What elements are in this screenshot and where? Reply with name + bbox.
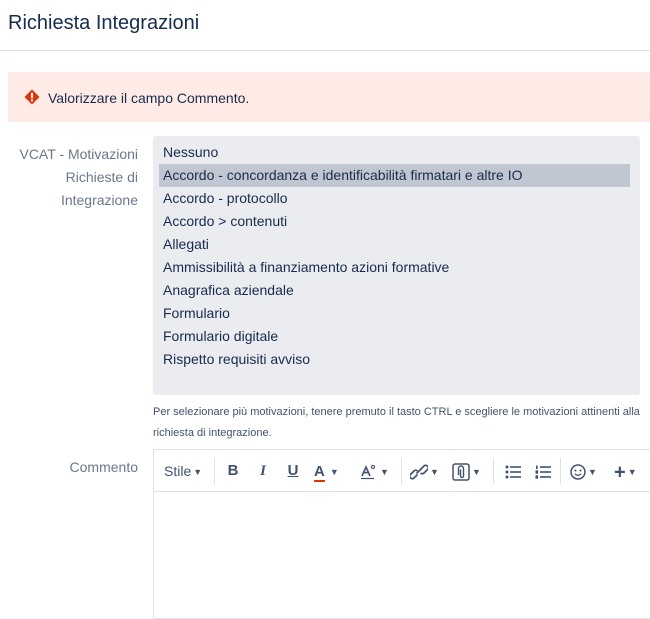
bold-button[interactable]: B (224, 460, 242, 482)
chevron-down-icon: ▼ (329, 467, 339, 478)
emoji-icon (570, 464, 586, 481)
chevron-down-icon: ▼ (588, 467, 597, 478)
motivation-option[interactable]: Ammissibilità a finanziamento azioni for… (159, 256, 630, 279)
motivation-option[interactable]: Allegati (159, 233, 630, 256)
toolbar-separator (401, 458, 402, 484)
page-title: Richiesta Integrazioni (8, 12, 200, 34)
comment-editor[interactable]: Stile ▼ B I U A ▼ ▼ ▼ ▼ ▼ + ▼ (153, 449, 650, 619)
toolbar-separator (493, 458, 494, 484)
header-divider (0, 50, 650, 51)
chevron-down-icon: ▼ (380, 467, 389, 478)
error-message: Valorizzare il campo Commento. (48, 90, 250, 106)
text-color-button[interactable]: A ▼ (314, 460, 348, 482)
attachment-icon (452, 463, 470, 482)
underline-button[interactable]: U (284, 460, 302, 482)
motivation-option[interactable]: Accordo > contenuti (159, 210, 630, 233)
italic-button[interactable]: I (254, 460, 272, 482)
error-icon (24, 89, 40, 105)
text-color-label: A (314, 463, 325, 482)
chevron-down-icon: ▼ (430, 467, 439, 478)
error-banner: Valorizzare il campo Commento. (8, 72, 650, 122)
bullet-list-icon (505, 465, 521, 479)
insert-more-button[interactable]: + ▼ (614, 460, 648, 484)
link-icon (408, 464, 430, 480)
more-formatting-button[interactable]: ▼ (360, 460, 394, 482)
chevron-down-icon: ▼ (472, 467, 481, 478)
numbered-list-icon (535, 465, 551, 479)
motivation-option[interactable]: Accordo - concordanza e identificabilità… (159, 164, 630, 187)
motivation-option[interactable]: Nessuno (159, 141, 630, 164)
comment-label: Commento (69, 459, 138, 475)
numbered-list-button[interactable] (534, 460, 552, 482)
toolbar-separator (560, 458, 561, 484)
motivation-option[interactable]: Rispetto requisiti avviso (159, 348, 630, 371)
style-dropdown[interactable]: Stile ▼ (164, 460, 206, 482)
link-button[interactable]: ▼ (408, 460, 442, 482)
chevron-down-icon: ▼ (193, 467, 203, 478)
bullet-list-button[interactable] (504, 460, 522, 482)
motivation-option[interactable]: Formulario (159, 302, 630, 325)
style-label: Stile (164, 463, 192, 479)
comment-text-area[interactable] (154, 492, 650, 618)
editor-toolbar: Stile ▼ B I U A ▼ ▼ ▼ ▼ ▼ + ▼ (154, 450, 650, 492)
plus-icon: + (614, 461, 626, 484)
motivation-option[interactable]: Formulario digitale (159, 325, 630, 348)
chevron-down-icon: ▼ (627, 467, 637, 478)
text-format-icon (361, 465, 376, 480)
attachment-button[interactable]: ▼ (452, 460, 484, 482)
motivations-label: VCAT - Motivazioni Richieste di Integraz… (19, 146, 138, 208)
motivations-help-text: Per selezionare più motivazioni, tenere … (153, 406, 640, 439)
motivations-listbox[interactable]: Nessuno Accordo - concordanza e identific… (153, 136, 640, 395)
motivation-option[interactable]: Anagrafica aziendale (159, 279, 630, 302)
motivation-option[interactable]: Accordo - protocollo (159, 187, 630, 210)
emoji-button[interactable]: ▼ (570, 460, 602, 482)
toolbar-separator (214, 458, 215, 484)
